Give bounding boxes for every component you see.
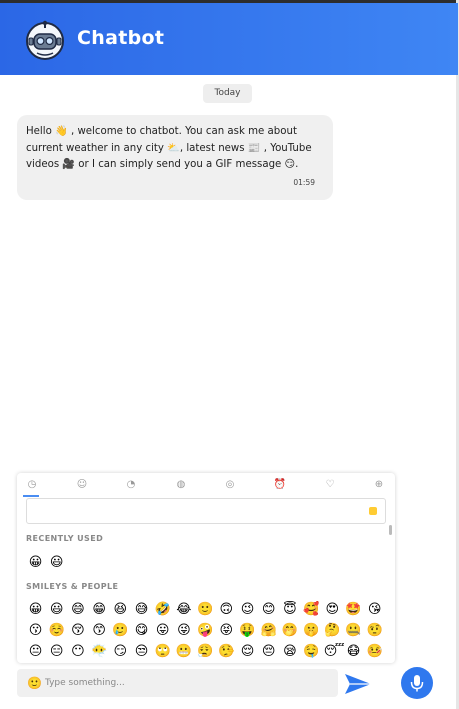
emoji-button[interactable]: 😮‍💨 — [197, 643, 214, 660]
message-composer: 🙂 — [17, 669, 338, 697]
emoji-button[interactable]: 🤫 — [303, 622, 320, 639]
emoji-button[interactable]: 🤤 — [303, 643, 320, 660]
emoji-button[interactable]: 🤣 — [154, 601, 171, 618]
emoji-button[interactable]: 😅 — [133, 601, 150, 618]
emoji-button[interactable]: 😃 — [48, 554, 65, 571]
emoji-button[interactable]: 😁 — [91, 601, 108, 618]
animals-icon[interactable]: ◔ — [124, 478, 138, 492]
emoji-category-bar: ◷ ☺ ◔ ◍ ◎ ⏰ ♡ ⊕ — [17, 473, 395, 497]
emoji-button[interactable]: 🤑 — [239, 622, 256, 639]
emoji-button[interactable]: 🤩 — [345, 601, 362, 618]
emoji-button[interactable]: 🙄 — [154, 643, 171, 660]
smileys-section-label: SMILEYS & PEOPLE — [26, 582, 119, 591]
emoji-button[interactable]: 🤥 — [218, 643, 235, 660]
emoji-button[interactable]: 😂 — [175, 601, 192, 618]
robot-icon — [26, 20, 64, 60]
food-icon[interactable]: ◍ — [174, 478, 188, 492]
symbols-icon[interactable]: ⊕ — [372, 478, 386, 492]
emoji-button[interactable]: 🤭 — [281, 622, 298, 639]
emoji-button[interactable]: 😇 — [281, 601, 298, 618]
recently-used-label: RECENTLY USED — [26, 534, 104, 543]
emoji-button[interactable]: 😶‍🌫️ — [91, 643, 108, 660]
message-input[interactable] — [45, 673, 330, 693]
emoji-picker: ◷ ☺ ◔ ◍ ◎ ⏰ ♡ ⊕ RECENTLY USED SMILEYS & PEOPLE … — [17, 473, 395, 663]
emoji-button[interactable]: 😀 — [27, 554, 44, 571]
emoji-button[interactable]: 😋 — [133, 622, 150, 639]
travel-icon[interactable]: ⏰ — [273, 478, 287, 492]
emoji-button[interactable]: 😌 — [239, 643, 256, 660]
emoji-button[interactable]: 🥰 — [303, 601, 320, 618]
emoji-button[interactable]: 😃 — [48, 601, 65, 618]
activity-icon[interactable]: ◎ — [223, 478, 237, 492]
emoji-button[interactable]: 😶 — [69, 643, 86, 660]
emoji-toggle-icon[interactable]: 🙂 — [27, 676, 42, 690]
message-text: Hello 👋 , welcome to chatbot. You can as… — [26, 126, 312, 170]
emoji-button[interactable]: 😀 — [27, 601, 44, 618]
emoji-search-field[interactable] — [26, 498, 386, 524]
emoji-button[interactable]: 😗 — [27, 622, 44, 639]
message-timestamp: 01:59 — [293, 177, 315, 187]
emoji-button[interactable]: 😊 — [260, 601, 277, 618]
recent-icon[interactable]: ◷ — [25, 478, 39, 492]
emoji-button[interactable]: 😑 — [48, 643, 65, 660]
emoji-button[interactable]: 😬 — [175, 643, 192, 660]
chat-header: Chatbot — [0, 3, 458, 75]
date-separator: Today — [203, 84, 252, 103]
smileys-icon[interactable]: ☺ — [75, 478, 89, 492]
emoji-button[interactable]: 😙 — [91, 622, 108, 639]
emoji-button[interactable]: 😴 — [324, 643, 345, 660]
emoji-button[interactable]: 😒 — [133, 643, 150, 660]
emoji-button[interactable]: 🤪 — [197, 622, 214, 639]
chat-title: Chatbot — [77, 27, 165, 49]
emoji-button[interactable]: 🥲 — [112, 622, 129, 639]
emoji-button[interactable]: 😔 — [260, 643, 277, 660]
send-icon[interactable] — [343, 670, 373, 698]
skin-tone-icon[interactable] — [369, 507, 377, 515]
emoji-button[interactable]: 😷 — [345, 643, 362, 660]
emoji-button[interactable]: 😜 — [175, 622, 192, 639]
emoji-button[interactable]: 🤔 — [324, 622, 341, 639]
microphone-icon — [410, 675, 424, 692]
bot-message-bubble: Hello 👋 , welcome to chatbot. You can as… — [17, 115, 333, 200]
emoji-button[interactable]: 😏 — [112, 643, 129, 660]
emoji-button[interactable]: 😘 — [366, 601, 383, 618]
emoji-button[interactable]: 😉 — [239, 601, 256, 618]
emoji-button[interactable]: 🙃 — [218, 601, 235, 618]
emoji-scrollbar[interactable] — [389, 525, 392, 535]
emoji-button[interactable]: 😚 — [69, 622, 86, 639]
emoji-button[interactable]: 😛 — [154, 622, 171, 639]
emoji-button[interactable]: 🤨 — [366, 622, 383, 639]
emoji-button[interactable]: 😪 — [281, 643, 298, 660]
objects-icon[interactable]: ♡ — [323, 478, 337, 492]
emoji-button[interactable]: 😄 — [69, 601, 86, 618]
emoji-button[interactable]: 😍 — [324, 601, 341, 618]
active-category-indicator — [23, 495, 39, 497]
emoji-button[interactable]: ☺️ — [48, 622, 65, 639]
emoji-button[interactable]: 🤗 — [260, 622, 277, 639]
emoji-button[interactable]: 🤐 — [345, 622, 362, 639]
emoji-button[interactable]: 😝 — [218, 622, 235, 639]
emoji-button[interactable]: 🙂 — [197, 601, 214, 618]
emoji-button[interactable]: 🤒 — [366, 643, 383, 660]
microphone-button[interactable] — [401, 667, 433, 699]
emoji-button[interactable]: 😐 — [27, 643, 44, 660]
emoji-button[interactable]: 😆 — [112, 601, 129, 618]
